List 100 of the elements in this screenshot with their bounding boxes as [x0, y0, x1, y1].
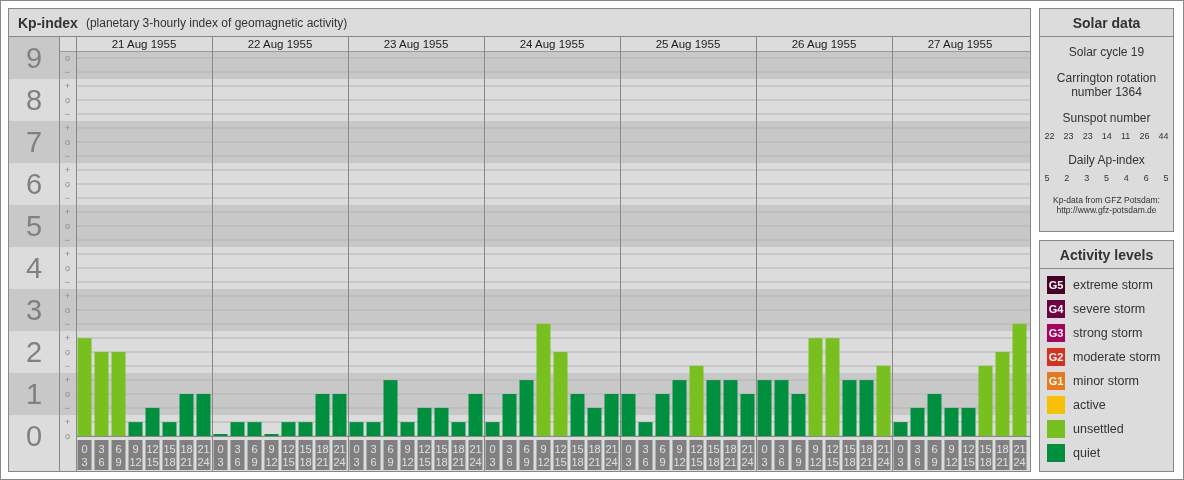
sunspot-value: 14	[1101, 131, 1112, 141]
time-slot-label: 9 12	[672, 440, 687, 470]
time-slot-label: 6 9	[927, 440, 942, 470]
date-label: 27 Aug 1955	[927, 38, 993, 50]
x-tick-label: 6 9	[251, 443, 258, 468]
sunspot-value: 11	[1120, 131, 1131, 141]
x-tick-label: 6 9	[795, 443, 802, 468]
level-swatch: G4	[1047, 300, 1065, 318]
minor-tick-label: −	[64, 109, 71, 119]
minor-tick-label: o	[65, 179, 70, 189]
minor-tick-label: +	[64, 81, 71, 91]
time-slot-label: 9 12	[264, 440, 279, 470]
sunspot-label: Sunspot number	[1062, 111, 1151, 125]
x-tick-label: 6 9	[523, 443, 530, 468]
kp-level-label: 2	[25, 336, 43, 368]
kp-level-label: 8	[25, 84, 43, 116]
time-slot-label: 21 24	[740, 440, 755, 470]
x-tick-label: 0 3	[217, 443, 224, 468]
x-tick-label: 0 3	[489, 443, 496, 468]
level-label: active	[1073, 398, 1106, 412]
solar-cycle: Solar cycle 19	[1068, 45, 1145, 59]
time-slot-label: 3 6	[366, 440, 381, 470]
x-tick-label: 6 9	[387, 443, 394, 468]
time-slot-label: 0 3	[349, 440, 364, 470]
time-slot-label: 21 24	[468, 440, 483, 470]
kp-level-label: 1	[25, 378, 43, 410]
time-slot-label: 18 21	[179, 440, 194, 470]
time-slot-label: 12 15	[825, 440, 840, 470]
time-slot-label: 12 15	[689, 440, 704, 470]
ap-index-value: 4	[1123, 173, 1129, 183]
time-slot-label: 6 9	[111, 440, 126, 470]
x-tick-label: 0 3	[897, 443, 904, 468]
time-slot-label: 3 6	[638, 440, 653, 470]
minor-tick-label: −	[64, 235, 71, 245]
date-label: 26 Aug 1955	[791, 38, 857, 50]
time-slot-label: 15 18	[434, 440, 449, 470]
ap-index-value: 6	[1143, 173, 1149, 183]
time-slot-label: 0 3	[213, 440, 228, 470]
x-tick-label: 3 6	[98, 443, 105, 468]
data-source-note: Kp-data from GFZ Potsdam:	[1053, 195, 1160, 205]
level-label: minor storm	[1073, 374, 1139, 388]
ap-index-value: 5	[1163, 173, 1169, 183]
date-label: 24 Aug 1955	[519, 38, 585, 50]
date-label: 23 Aug 1955	[383, 38, 449, 50]
time-slot-label: 0 3	[485, 440, 500, 470]
level-label: strong storm	[1073, 326, 1143, 340]
time-slot-label: 15 18	[162, 440, 177, 470]
sunspot-value: 22	[1044, 131, 1055, 141]
level-swatch: G1	[1047, 372, 1065, 390]
minor-tick-label: −	[64, 193, 71, 203]
x-tick-label: 0 3	[625, 443, 632, 468]
time-slot-label: 21 24	[196, 440, 211, 470]
level-swatch: G2	[1047, 348, 1065, 366]
time-slot-label: 0 3	[893, 440, 908, 470]
minor-tick-label: o	[65, 431, 70, 441]
time-slot-label: 6 9	[383, 440, 398, 470]
minor-tick-label: o	[65, 263, 70, 273]
minor-tick-label: o	[65, 347, 70, 357]
ap-index-value: 5	[1104, 173, 1109, 183]
time-slot-label: 6 9	[247, 440, 262, 470]
level-label: moderate storm	[1073, 350, 1161, 364]
time-slot-label: 12 15	[961, 440, 976, 470]
time-slot-label: 12 15	[145, 440, 160, 470]
minor-tick-label: +	[64, 291, 71, 301]
x-tick-label: 3 6	[778, 443, 785, 468]
time-slot-label: 21 24	[332, 440, 347, 470]
minor-tick-label: −	[64, 151, 71, 161]
minor-tick-label: −	[64, 67, 71, 77]
kp-level-label: 6	[25, 168, 43, 200]
level-swatch: G3	[1047, 324, 1065, 342]
time-slot-label: 18 21	[995, 440, 1010, 470]
kp-level-label: 7	[25, 126, 43, 158]
ap-index-value: 2	[1064, 173, 1070, 183]
time-slot-label: 21 24	[604, 440, 619, 470]
kp-level-label: 0	[25, 420, 43, 452]
level-label: extreme storm	[1073, 278, 1153, 292]
carrington-rotation: Carrington rotation	[1056, 71, 1157, 85]
time-slot-label: 12 15	[281, 440, 296, 470]
time-slot-label: 3 6	[910, 440, 925, 470]
kp-level-label: 4	[25, 252, 43, 284]
sunspot-value: 23	[1063, 131, 1074, 141]
level-label: unsettled	[1073, 422, 1124, 436]
time-slot-label: 6 9	[655, 440, 670, 470]
x-tick-label: 3 6	[370, 443, 377, 468]
minor-tick-label: +	[64, 123, 71, 133]
time-slot-label: 3 6	[230, 440, 245, 470]
time-slot-label: 0 3	[757, 440, 772, 470]
minor-tick-label: −	[64, 403, 71, 413]
level-label: severe storm	[1073, 302, 1146, 316]
time-slot-label: 18 21	[315, 440, 330, 470]
time-slot-label: 0 3	[77, 440, 92, 470]
minor-tick-label: +	[64, 207, 71, 217]
x-tick-label: 6 9	[659, 443, 666, 468]
carrington-rotation: number 1364	[1071, 85, 1142, 99]
ap-index-value: 5	[1044, 173, 1050, 183]
minor-tick-label: +	[64, 417, 71, 427]
ap-index-value: 3	[1084, 173, 1090, 183]
time-slot-label: 15 18	[842, 440, 857, 470]
panel-title: Kp-index	[18, 14, 78, 31]
time-slot-label: 9 12	[400, 440, 415, 470]
